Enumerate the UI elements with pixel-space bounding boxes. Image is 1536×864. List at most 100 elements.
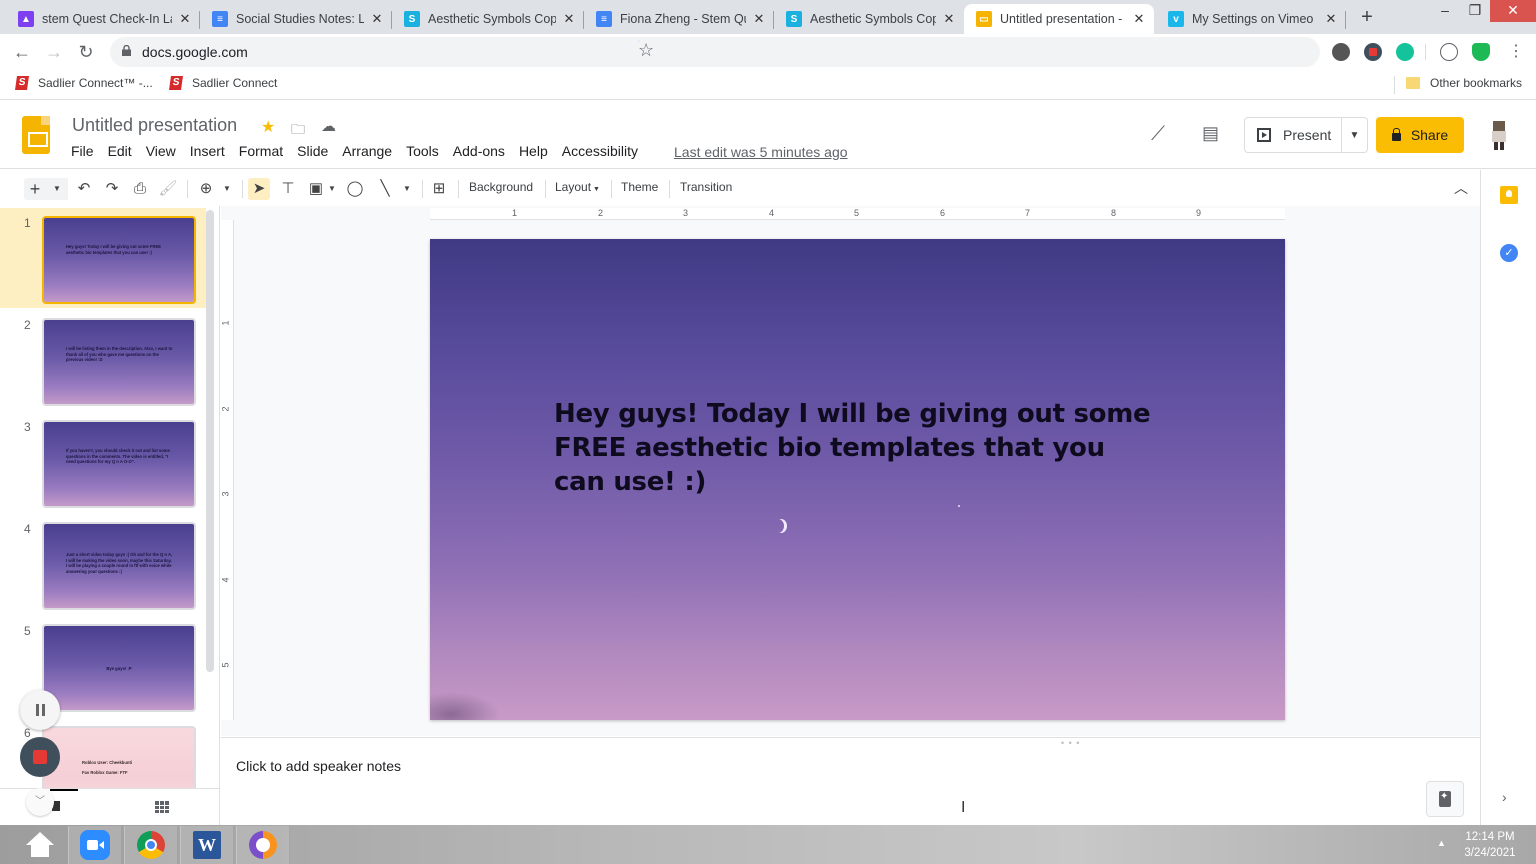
close-tab-icon[interactable]: ✕ (752, 11, 766, 27)
taskbar-zoom[interactable] (68, 826, 122, 864)
menu-add-ons[interactable]: Add-ons (446, 143, 512, 159)
filmstrip-slide-2[interactable]: 2 I will be listing them in the descript… (0, 310, 206, 410)
share-button[interactable]: Share (1376, 117, 1464, 153)
select-tool-icon[interactable]: ➤ (248, 178, 270, 200)
tab-vimeo[interactable]: v My Settings on Vimeo ✕ (1156, 4, 1346, 34)
present-main[interactable]: Present (1245, 118, 1342, 152)
menu-accessibility[interactable]: Accessibility (555, 143, 645, 159)
collapse-menus-icon[interactable]: ︿ (1454, 178, 1468, 198)
present-button[interactable]: Present ▼ (1244, 117, 1368, 153)
theme-button[interactable]: Theme (621, 180, 658, 194)
window-close-button[interactable]: ✕ (1490, 0, 1536, 22)
line-dropdown-icon[interactable]: ▼ (400, 178, 414, 200)
comments-icon[interactable]: ▤ (1202, 123, 1219, 144)
tab-social-studies[interactable]: ≡ Social Studies Notes: Le ✕ (200, 4, 392, 34)
bookmark-sadlier-2[interactable]: S Sadlier Connect (169, 76, 277, 90)
menu-edit[interactable]: Edit (101, 143, 139, 159)
close-tab-icon[interactable]: ✕ (1324, 11, 1338, 27)
recorder-extension-icon[interactable] (1364, 43, 1382, 61)
system-clock[interactable]: 12:14 PM 3/24/2021 (1460, 829, 1520, 861)
image-icon[interactable]: ▣ (306, 178, 326, 200)
transition-button[interactable]: Transition (680, 180, 732, 194)
slide-thumbnail[interactable]: Roblox User: Cheekbunti Fav Roblox Game:… (42, 726, 196, 788)
tab-aesthetic-symbols-1[interactable]: S Aesthetic Symbols Copy ✕ (392, 4, 584, 34)
menu-view[interactable]: View (139, 143, 183, 159)
adblock-extension-icon[interactable] (1332, 43, 1350, 61)
new-slide-button[interactable]: + (24, 178, 46, 200)
user-avatar[interactable] (1488, 119, 1510, 151)
taskbar-chrome[interactable] (124, 826, 178, 864)
menu-insert[interactable]: Insert (183, 143, 232, 159)
slides-logo-icon[interactable] (22, 116, 50, 154)
cloud-status-icon[interactable]: ☁ (321, 117, 336, 135)
menu-file[interactable]: File (64, 143, 101, 159)
menu-tools[interactable]: Tools (399, 143, 446, 159)
close-tab-icon[interactable]: ✕ (562, 11, 576, 27)
address-bar[interactable]: docs.google.com ☆ (110, 37, 1320, 67)
profile-icon[interactable] (1440, 43, 1458, 61)
undo-icon[interactable]: ↶ (74, 178, 94, 200)
forward-button[interactable]: → (42, 40, 66, 64)
grammarly-extension-icon[interactable] (1396, 43, 1414, 61)
grid-view-icon[interactable] (155, 801, 169, 813)
keep-icon[interactable] (1500, 186, 1518, 204)
slide-thumbnail[interactable]: Just a short video today guys :( Oh and … (42, 522, 196, 610)
presentation-title[interactable]: Untitled presentation (72, 115, 237, 136)
slide-thumbnail[interactable]: I will be listing them in the descriptio… (42, 318, 196, 406)
recording-collapse-button[interactable]: ﹀ (26, 788, 54, 816)
print-icon[interactable]: ⎙ (130, 178, 150, 200)
new-slide-layout-dropdown[interactable]: ▼ (46, 178, 68, 200)
background-button[interactable]: Background (469, 180, 533, 194)
menu-help[interactable]: Help (512, 143, 555, 159)
close-tab-icon[interactable]: ✕ (370, 11, 384, 27)
other-bookmarks[interactable]: Other bookmarks (1406, 76, 1522, 90)
back-button[interactable]: ← (10, 40, 34, 64)
taskbar-home[interactable] (13, 826, 67, 864)
tasks-icon[interactable]: ✓ (1500, 244, 1518, 262)
menu-format[interactable]: Format (232, 143, 290, 159)
tab-stem-quest[interactable]: ▲ stem Quest Check-In La ✕ (6, 4, 200, 34)
image-dropdown-icon[interactable]: ▼ (326, 178, 338, 200)
chrome-menu-icon[interactable]: ⋮ (1504, 40, 1528, 64)
present-dropdown-icon[interactable]: ▼ (1342, 130, 1367, 141)
slide-thumbnail[interactable]: Bye guys! :P (42, 624, 196, 712)
new-tab-button[interactable]: + (1356, 6, 1378, 28)
line-icon[interactable]: ╲ (375, 178, 395, 200)
side-panel-expand-icon[interactable]: › (1502, 789, 1507, 805)
taskbar-word[interactable]: W (180, 826, 234, 864)
speaker-notes-input[interactable]: Click to add speaker notes (236, 758, 401, 774)
filmstrip-scrollbar[interactable] (206, 210, 214, 672)
text-box-icon[interactable]: ⊤ (278, 178, 298, 200)
zoom-dropdown-icon[interactable]: ▼ (220, 178, 234, 200)
shield-extension-icon[interactable] (1472, 43, 1490, 61)
star-icon[interactable]: ★ (261, 117, 275, 137)
menu-slide[interactable]: Slide (290, 143, 335, 159)
close-tab-icon[interactable]: ✕ (942, 11, 956, 27)
layout-button[interactable]: Layout ▼ (555, 180, 600, 194)
close-tab-icon[interactable]: ✕ (1132, 11, 1146, 27)
close-tab-icon[interactable]: ✕ (178, 11, 192, 27)
shape-icon[interactable]: ◯ (345, 178, 365, 200)
current-slide[interactable]: Hey guys! Today I will be giving out som… (430, 239, 1285, 720)
recording-pause-button[interactable] (20, 690, 60, 730)
tab-fiona-zheng[interactable]: ≡ Fiona Zheng - Stem Qu ✕ (584, 4, 774, 34)
move-folder-icon[interactable]: 🗀 (291, 119, 305, 143)
zoom-icon[interactable]: ⊕ (196, 178, 216, 200)
filmstrip-slide-4[interactable]: 4 Just a short video today guys :( Oh an… (0, 514, 206, 614)
menu-arrange[interactable]: Arrange (335, 143, 399, 159)
bookmark-sadlier-1[interactable]: S Sadlier Connect™ -... (15, 76, 153, 90)
redo-icon[interactable]: ↷ (102, 178, 122, 200)
comment-add-icon[interactable]: ⊞ (429, 178, 449, 200)
reload-button[interactable]: ↻ (74, 40, 98, 64)
tab-aesthetic-symbols-2[interactable]: S Aesthetic Symbols Copy ✕ (774, 4, 964, 34)
slide-thumbnail[interactable]: If you haven't, you should check it out … (42, 420, 196, 508)
last-edit-link[interactable]: Last edit was 5 minutes ago (674, 144, 848, 160)
filmstrip-slide-3[interactable]: 3 If you haven't, you should check it ou… (0, 412, 206, 512)
tray-overflow-icon[interactable]: ▲ (1437, 838, 1446, 848)
tab-untitled-presentation[interactable]: ▭ Untitled presentation - ✕ (964, 4, 1154, 34)
paint-format-icon[interactable]: 🖌 (158, 178, 178, 200)
bookmark-star-icon[interactable]: ☆ (638, 40, 654, 60)
filmstrip-slide-1[interactable]: 1 Hey guys! Today I will be giving out s… (0, 208, 206, 308)
explore-button[interactable] (1426, 781, 1464, 817)
recording-stop-button[interactable] (20, 737, 60, 777)
